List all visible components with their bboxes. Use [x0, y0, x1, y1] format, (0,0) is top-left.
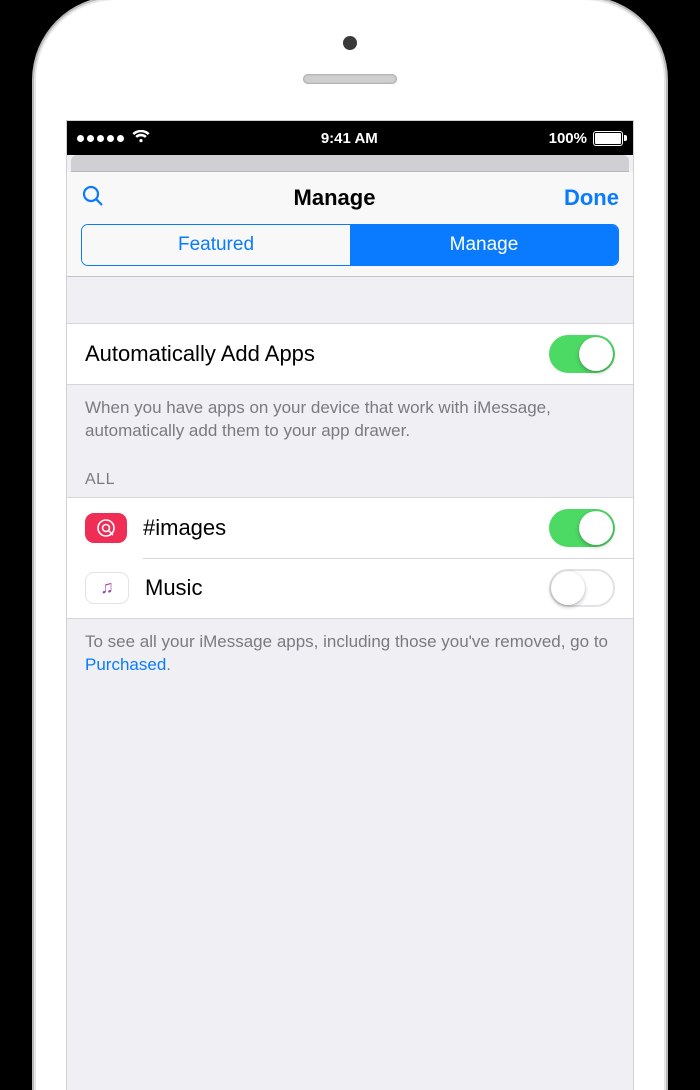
wifi-icon [132, 130, 150, 147]
purchased-link[interactable]: Purchased [85, 655, 166, 674]
tab-featured[interactable]: Featured [82, 225, 350, 265]
status-time: 9:41 AM [321, 130, 378, 147]
music-app-icon: ♫ [85, 572, 129, 604]
app-label: Music [145, 575, 549, 601]
battery-icon [593, 131, 623, 146]
phone-speaker [303, 74, 397, 84]
app-row-images: #images [67, 497, 633, 558]
auto-add-footer: When you have apps on your device that w… [67, 385, 633, 443]
tab-manage[interactable]: Manage [350, 225, 618, 265]
auto-add-toggle[interactable] [549, 335, 615, 373]
footer-text-post: . [166, 655, 171, 674]
content: Automatically Add Apps When you have app… [67, 277, 633, 677]
screen: 9:41 AM 100% Manage Done Featured [66, 120, 634, 1090]
app-label: #images [143, 515, 549, 541]
signal-dots-icon [77, 135, 124, 142]
status-bar: 9:41 AM 100% [67, 121, 633, 155]
app-toggle-images[interactable] [549, 509, 615, 547]
nav-bar: Manage Done Featured Manage [67, 172, 633, 277]
all-section-footer: To see all your iMessage apps, including… [67, 619, 633, 677]
app-row-music: ♫ Music [67, 558, 633, 618]
app-toggle-music[interactable] [549, 569, 615, 607]
music-note-icon: ♫ [100, 577, 114, 598]
all-section-header: ALL [67, 443, 633, 497]
search-icon[interactable] [81, 184, 105, 213]
phone-frame: 9:41 AM 100% Manage Done Featured [36, 0, 664, 1090]
phone-camera [343, 36, 357, 50]
segmented-control: Featured Manage [81, 224, 619, 266]
images-app-icon [85, 513, 127, 543]
auto-add-row: Automatically Add Apps [67, 323, 633, 385]
background-sheet [71, 155, 629, 172]
done-button[interactable]: Done [564, 185, 619, 211]
footer-text-pre: To see all your iMessage apps, including… [85, 632, 608, 651]
auto-add-label: Automatically Add Apps [85, 341, 549, 367]
page-title: Manage [294, 185, 376, 211]
status-battery-pct: 100% [549, 130, 587, 147]
